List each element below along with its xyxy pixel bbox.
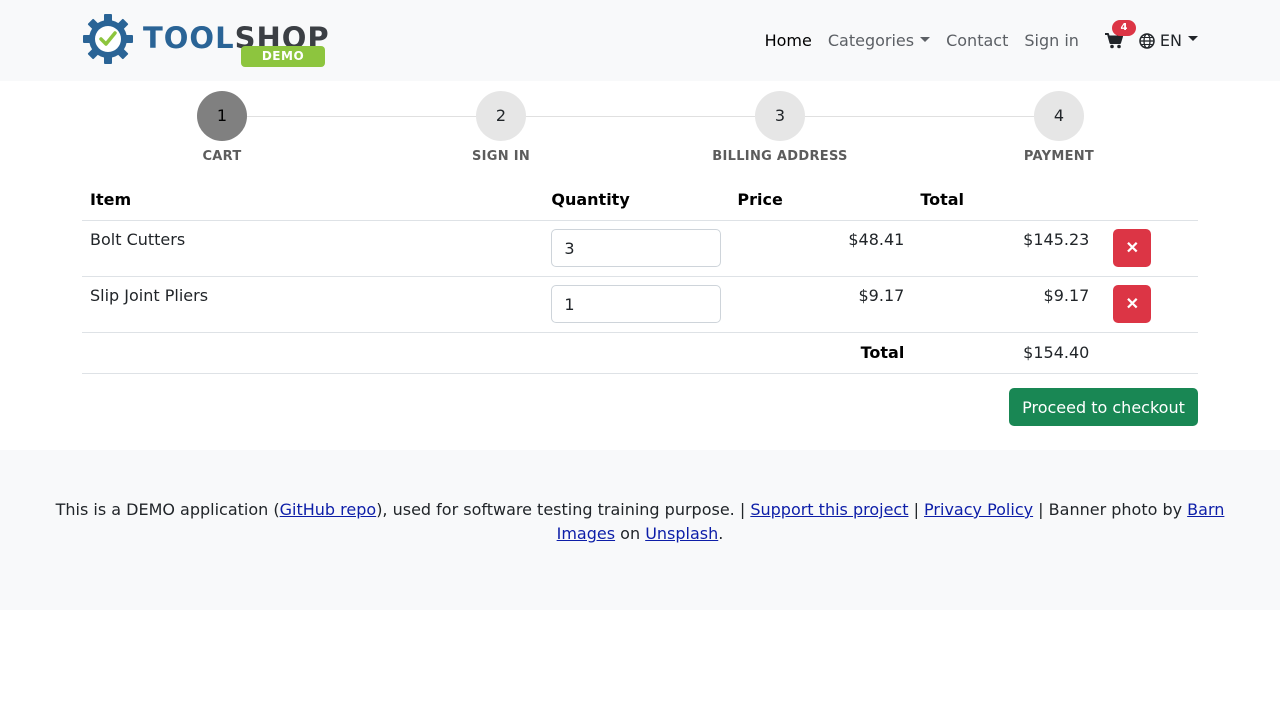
close-icon: ✕ [1125,240,1140,257]
empty-cell [543,332,730,374]
product-price: $9.17 [729,276,913,333]
support-project-link[interactable]: Support this project [750,500,908,519]
step-label: CART [202,149,242,164]
line-total: $145.23 [912,220,1098,277]
close-icon: ✕ [1125,296,1140,313]
checkout-stepper: 1 CART 2 SIGN IN 3 BILLING ADDRESS 4 PAY… [82,81,1198,181]
product-title: Bolt Cutters [82,220,544,277]
step-label: BILLING ADDRESS [712,149,848,164]
stepper-line [222,116,1058,117]
cart-total: $154.40 [912,332,1098,374]
column-header-total: Total [912,180,1098,221]
table-header-row: Item Quantity Price Total [82,180,1198,221]
step-label: PAYMENT [1023,149,1095,164]
column-header-quantity: Quantity [543,180,730,221]
footer-text: This is a DEMO application (GitHub repo)… [40,498,1240,546]
table-row: Bolt Cutters $48.41 $145.23 ✕ [82,220,1198,277]
step-number: 4 [1034,91,1084,141]
step-sign-in: 2 SIGN IN [401,91,601,164]
step-payment: 4 PAYMENT [959,91,1159,164]
chevron-down-icon [1188,36,1198,41]
footer-text-part: ), used for software testing training pu… [376,500,751,519]
quantity-cell [543,220,730,277]
nav-contact[interactable]: Contact [938,31,1016,50]
footer-text-part: . [718,524,724,543]
remove-item-button[interactable]: ✕ [1113,285,1152,323]
privacy-policy-link[interactable]: Privacy Policy [924,500,1033,519]
nav-home[interactable]: Home [757,31,820,50]
navbar: TOOLSHOP DEMO Home Categories Contact Si… [0,0,1280,81]
line-total: $9.17 [912,276,1098,333]
footer-text-part: This is a DEMO application ( [55,500,280,519]
proceed-to-checkout-button[interactable]: Proceed to checkout [1009,388,1198,426]
footer-text-part: | [908,500,925,519]
language-selector[interactable]: EN [1139,31,1198,50]
actions-cell: ✕ [1097,220,1198,277]
footer-text-part: | Banner photo by [1033,500,1188,519]
chevron-down-icon [920,37,931,42]
cart-table: Item Quantity Price Total Bolt Cutters $… [82,180,1198,374]
empty-cell [1097,332,1198,374]
unsplash-link[interactable]: Unsplash [645,524,718,543]
step-billing-address: 3 BILLING ADDRESS [680,91,880,164]
grand-total-row: Total $154.40 [82,332,1198,374]
cart-count-badge: 4 [1111,19,1136,36]
quantity-input[interactable] [551,285,722,323]
remove-item-button[interactable]: ✕ [1113,229,1152,267]
quantity-cell [543,276,730,333]
footer: This is a DEMO application (GitHub repo)… [0,450,1280,610]
step-number: 1 [197,91,247,141]
github-repo-link[interactable]: GitHub repo [280,500,377,519]
nav-categories-dropdown[interactable]: Categories [820,31,938,50]
step-cart: 1 CART [122,91,322,164]
product-price: $48.41 [729,220,913,277]
quantity-input[interactable] [551,229,722,267]
footer-text-part: on [615,524,646,543]
table-row: Slip Joint Pliers $9.17 $9.17 ✕ [82,276,1198,333]
empty-cell [82,332,544,374]
column-header-price: Price [729,180,913,221]
main-nav: Home Categories Contact Sign in 4 EN [757,0,1198,81]
grand-total-label: Total [729,332,913,374]
nav-sign-in[interactable]: Sign in [1016,31,1087,50]
brand-demo-badge: DEMO [241,46,325,67]
language-label: EN [1159,31,1182,50]
nav-categories-label: Categories [827,31,915,50]
globe-icon [1139,32,1155,49]
cart-button[interactable]: 4 [1099,19,1136,56]
step-number: 2 [476,91,526,141]
product-title: Slip Joint Pliers [82,276,544,333]
step-number: 3 [755,91,805,141]
column-header-item: Item [82,180,544,221]
step-label: SIGN IN [471,149,531,164]
brand-logo[interactable]: TOOLSHOP DEMO [82,13,329,69]
column-header-actions [1097,180,1198,221]
actions-cell: ✕ [1097,276,1198,333]
gear-check-icon [83,14,133,64]
